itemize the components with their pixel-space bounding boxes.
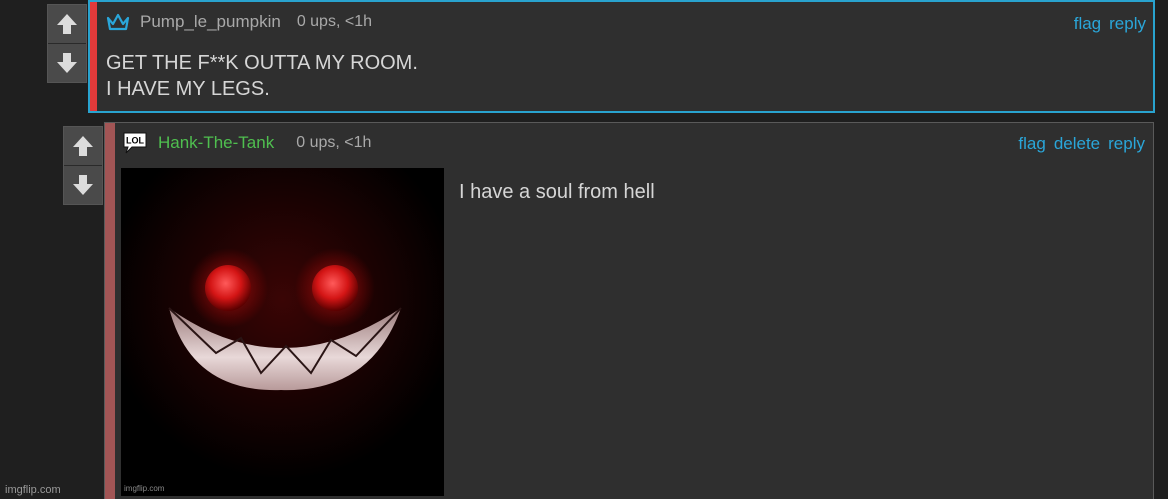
comment-author-line: LOL Hank-The-Tank 0 ups, <1h xyxy=(122,131,371,155)
flag-link[interactable]: flag xyxy=(1074,14,1101,34)
comment-body: GET THE F**K OUTTA MY ROOM. I HAVE MY LE… xyxy=(106,50,418,102)
delete-link[interactable]: delete xyxy=(1054,134,1100,154)
comment-1: Pump_le_pumpkin 0 ups, <1h flag reply GE… xyxy=(88,0,1155,113)
flag-link[interactable]: flag xyxy=(1018,134,1045,154)
reply-link[interactable]: reply xyxy=(1108,134,1145,154)
upvote-button[interactable] xyxy=(64,127,102,166)
comment-stripe xyxy=(105,123,115,499)
comment-image[interactable]: imgflip.com xyxy=(121,168,444,496)
vote-box-2 xyxy=(63,126,103,205)
comment-2: LOL Hank-The-Tank 0 ups, <1h flag delete… xyxy=(104,122,1154,499)
username[interactable]: Hank-The-Tank xyxy=(158,133,274,153)
image-watermark: imgflip.com xyxy=(124,484,165,493)
arrow-up-icon xyxy=(57,14,77,34)
arrow-down-icon xyxy=(73,175,93,195)
evil-grin-image xyxy=(121,168,444,496)
comment-body-line: GET THE F**K OUTTA MY ROOM. xyxy=(106,52,418,74)
vote-box-1 xyxy=(47,4,87,83)
username[interactable]: Pump_le_pumpkin xyxy=(140,12,281,32)
lol-badge-text: LOL xyxy=(126,136,144,146)
downvote-button[interactable] xyxy=(48,44,86,82)
upvote-button[interactable] xyxy=(48,5,86,44)
arrow-down-icon xyxy=(57,53,77,73)
comment-body: I have a soul from hell xyxy=(459,181,655,203)
reply-link[interactable]: reply xyxy=(1109,14,1146,34)
comment-author-line: Pump_le_pumpkin 0 ups, <1h xyxy=(106,12,372,32)
comment-meta: 0 ups, <1h xyxy=(296,13,372,30)
comment-actions: flag delete reply xyxy=(1018,134,1145,154)
arrow-up-icon xyxy=(73,136,93,156)
comment-meta: 0 ups, <1h xyxy=(296,134,372,151)
lol-speech-icon: LOL xyxy=(123,132,147,154)
comment-body-line: I HAVE MY LEGS. xyxy=(106,78,270,100)
footer-watermark: imgflip.com xyxy=(5,484,61,496)
comment-stripe xyxy=(90,2,97,111)
crown-icon xyxy=(106,13,130,31)
downvote-button[interactable] xyxy=(64,166,102,204)
comment-actions: flag reply xyxy=(1074,14,1146,34)
